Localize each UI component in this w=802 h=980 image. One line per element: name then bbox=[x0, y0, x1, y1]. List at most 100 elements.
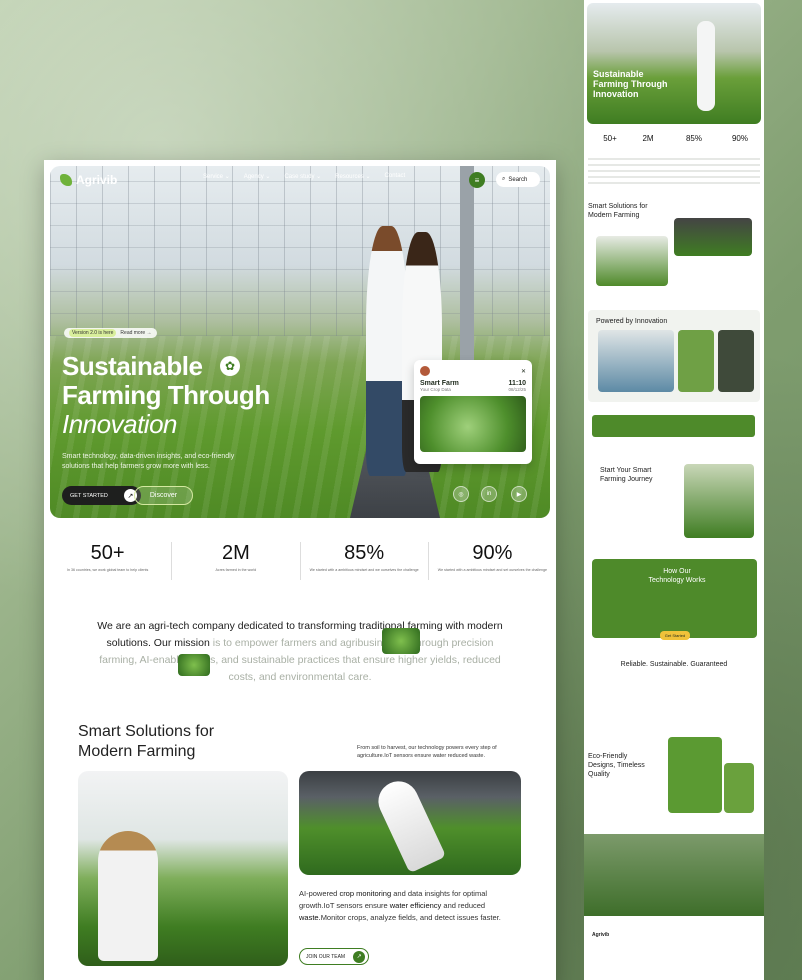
leaf-icon bbox=[60, 174, 72, 186]
nav-item-contact[interactable]: Contact bbox=[385, 173, 406, 180]
stat-item: 2M Acres farmed in the world bbox=[172, 542, 301, 580]
nav-label: Case study bbox=[284, 174, 315, 180]
menu-icon: ≡ bbox=[474, 175, 480, 185]
stat-desc: In 36 countries, we work global team to … bbox=[66, 568, 149, 572]
search-label: Search bbox=[508, 176, 528, 183]
version-badge[interactable]: Version 2.0 is here Read more → bbox=[64, 328, 157, 338]
chevron-down-icon: ⌄ bbox=[265, 174, 271, 180]
preview-partners-bar bbox=[592, 415, 755, 437]
preview-get-started-button[interactable]: Get Started bbox=[660, 631, 690, 640]
stat-desc: Acres farmed in the world bbox=[215, 568, 257, 572]
hero-title-line2: Farming Through bbox=[62, 380, 270, 410]
robot-arm-image bbox=[299, 771, 521, 875]
join-team-button[interactable]: JOIN OUR TEAM ↗ bbox=[299, 948, 370, 965]
preview-robot-image bbox=[674, 218, 752, 256]
full-page-preview: Sustainable Farming Through Innovation 5… bbox=[584, 0, 764, 980]
nav-label: Service bbox=[203, 174, 224, 180]
hero-title-line3: Innovation bbox=[62, 409, 177, 439]
preview-journey-section: Start Your Smart Farming Journey bbox=[588, 460, 760, 546]
preview-stat: 50+ bbox=[603, 134, 617, 143]
hero-subtitle: Smart technology, data-driven insights, … bbox=[62, 453, 235, 470]
stat-value: 2M bbox=[221, 542, 250, 564]
about-statement: We are an agri-tech company dedicated to… bbox=[90, 618, 510, 686]
version-label: Version 2.0 is here bbox=[69, 329, 117, 337]
chevron-down-icon: ⌄ bbox=[316, 174, 322, 180]
avatar bbox=[420, 366, 430, 376]
chevron-down-icon: ⌄ bbox=[224, 174, 230, 180]
discover-button[interactable]: Discover bbox=[134, 486, 193, 505]
preview-footer-brand: Agrivib bbox=[592, 932, 610, 938]
join-team-label: JOIN OUR TEAM bbox=[306, 953, 346, 960]
smart-farm-card: ✕ Smart Farm 11:10 Your Crop Data 08/12/25 bbox=[414, 360, 532, 464]
preview-hero: Sustainable Farming Through Innovation bbox=[587, 3, 761, 124]
preview-robot-image bbox=[718, 330, 754, 392]
card-time: 11:10 bbox=[508, 380, 526, 387]
preview-reliable-title: Reliable. Sustainable. Guaranteed bbox=[620, 661, 728, 668]
nav-menu: Service ⌄ Agency ⌄ Case study ⌄ Resource… bbox=[203, 173, 405, 180]
brand-name: Agrivib bbox=[76, 173, 118, 187]
preview-drone-image bbox=[668, 737, 722, 813]
desc-highlight: crop monitoring bbox=[339, 889, 392, 898]
preview-powered-section: Powered by Innovation bbox=[588, 310, 760, 402]
stat-item: 90% We started with a ambitious mindset a… bbox=[429, 542, 556, 580]
preview-how-section: How Our Technology Works Get Started bbox=[592, 559, 757, 640]
stats-row: 50+ In 36 countries, we work global team … bbox=[44, 542, 556, 580]
main-page-mockup: Agrivib Service ⌄ Agency ⌄ Case study ⌄ … bbox=[44, 160, 556, 980]
preview-farmer-image bbox=[596, 236, 668, 286]
preview-stat: 85% bbox=[685, 134, 702, 143]
inline-image-hands bbox=[178, 654, 210, 676]
solutions-description: AI-powered crop monitoring and data insi… bbox=[299, 888, 515, 924]
desc-part: Monitor crops, analyze fields, and detec… bbox=[320, 913, 501, 922]
desc-part: and reduced bbox=[441, 901, 486, 910]
card-title: Smart Farm bbox=[420, 380, 459, 387]
desc-part: AI-powered bbox=[299, 889, 340, 898]
close-icon[interactable]: ✕ bbox=[521, 368, 526, 375]
preview-scientist-image bbox=[598, 330, 674, 392]
nav-label: Agency bbox=[243, 174, 264, 180]
nav-label: Resources bbox=[335, 174, 364, 180]
preview-drone-field-banner bbox=[584, 834, 764, 916]
preview-about bbox=[588, 158, 760, 186]
stat-value: 50+ bbox=[90, 542, 125, 564]
stat-item: 85% We started with a ambitious mindset a… bbox=[301, 542, 429, 580]
preview-eco-title: Eco-Friendly Designs, Timeless Quality bbox=[588, 753, 645, 778]
card-date: 08/12/25 bbox=[508, 387, 526, 392]
robot-arm bbox=[371, 774, 447, 874]
nav-item-agency[interactable]: Agency ⌄ bbox=[244, 173, 271, 180]
preview-powered-title: Powered by Innovation bbox=[596, 318, 668, 325]
search-button[interactable]: ⌕ Search bbox=[496, 172, 540, 187]
nav-item-case-study[interactable]: Case study ⌄ bbox=[284, 173, 321, 180]
preview-smart-title: Smart Solutions for Modern Farming bbox=[588, 203, 648, 219]
preview-how-title: How Our Technology Works bbox=[648, 568, 706, 584]
search-icon: ⌕ bbox=[502, 176, 506, 182]
preview-hero-title: Sustainable Farming Through Innovation bbox=[593, 69, 668, 99]
get-started-label: GET STARTED bbox=[70, 492, 108, 499]
hero-section: Agrivib Service ⌄ Agency ⌄ Case study ⌄ … bbox=[50, 166, 550, 518]
inline-image-leaves bbox=[382, 628, 420, 654]
top-nav: Agrivib Service ⌄ Agency ⌄ Case study ⌄ … bbox=[50, 166, 550, 194]
stat-value: 90% bbox=[472, 542, 513, 564]
preview-greenhouse-image bbox=[724, 763, 754, 813]
get-started-button[interactable]: GET STARTED ↗ bbox=[62, 486, 141, 505]
preview-hydro-image bbox=[678, 330, 714, 392]
stat-desc: We started with a ambitious mindset and … bbox=[309, 568, 419, 572]
farmer-laptop-image bbox=[78, 771, 288, 966]
youtube-icon[interactable]: ▶ bbox=[511, 486, 527, 502]
read-more-link[interactable]: Read more → bbox=[120, 330, 151, 336]
preview-journey-title: Start Your Smart Farming Journey bbox=[600, 467, 653, 483]
preview-person bbox=[697, 21, 715, 111]
desc-highlight: waste. bbox=[299, 913, 321, 922]
preview-field-image bbox=[684, 464, 754, 538]
desc-highlight: water efficiency bbox=[389, 901, 442, 910]
nav-item-resources[interactable]: Resources ⌄ bbox=[335, 173, 370, 180]
linkedin-icon[interactable]: in bbox=[481, 486, 497, 502]
plant-leaf-image bbox=[420, 396, 526, 452]
nav-item-service[interactable]: Service ⌄ bbox=[203, 173, 230, 180]
instagram-icon[interactable]: ◎ bbox=[453, 486, 469, 502]
menu-button[interactable]: ≡ bbox=[469, 172, 485, 188]
preview-stat: 90% bbox=[731, 134, 748, 143]
clover-icon: ✿ bbox=[220, 356, 240, 376]
brand-logo[interactable]: Agrivib bbox=[60, 173, 117, 187]
card-label: Your Crop Data bbox=[420, 387, 451, 392]
arrow-up-right-icon: ↗ bbox=[353, 950, 366, 963]
